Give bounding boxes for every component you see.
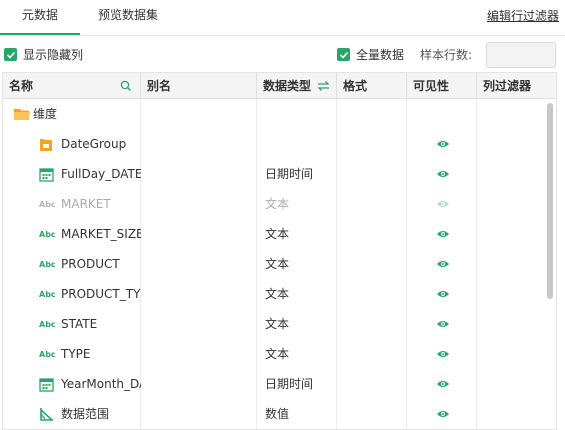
text-abc-icon-label: Abc: [39, 229, 56, 239]
text-abc-icon-label: Abc: [39, 319, 56, 329]
text-abc-icon-label: Abc: [39, 289, 56, 299]
text-abc-icon-label: Abc: [39, 199, 56, 209]
row-name: DateGroup: [61, 137, 127, 151]
column-header-visibility[interactable]: 可见性: [407, 73, 477, 99]
tab-bar: 元数据 预览数据集 编辑行过滤器: [0, 0, 565, 36]
column-header-name-label: 名称: [9, 79, 34, 93]
sample-rows-label: 样本行数:: [420, 48, 473, 62]
text-abc-icon: Abc: [39, 189, 56, 219]
metadata-table: 名称 别名 数据类型 格式 可见性 列过滤器 维度 DateGroup Full…: [2, 72, 557, 430]
column-header-name[interactable]: 名称: [3, 73, 141, 99]
measure-icon: [39, 399, 54, 429]
column-header-format[interactable]: 格式: [337, 73, 407, 99]
row-name: PRODUCT: [61, 257, 120, 271]
column-header-column-filter[interactable]: 列过滤器: [477, 73, 556, 99]
text-abc-icon-label: Abc: [39, 349, 56, 359]
options-bar: 显示隐藏列 全量数据 样本行数:: [0, 40, 565, 70]
row-name: TYPE: [61, 347, 91, 361]
sample-rows-input[interactable]: [486, 42, 556, 68]
row-data-type: 文本: [265, 317, 290, 331]
column-header-data-type-label: 数据类型: [263, 79, 312, 93]
visible-eye-icon[interactable]: [436, 379, 450, 389]
table-row[interactable]: Abc MARKET_SIZE 文本: [3, 219, 541, 249]
show-hidden-checkbox[interactable]: [4, 48, 17, 61]
vertical-scrollbar[interactable]: [547, 103, 553, 299]
full-data-label: 全量数据: [356, 48, 405, 62]
text-abc-icon: Abc: [39, 339, 56, 369]
full-data-checkbox[interactable]: [337, 48, 350, 61]
calendar-icon: [39, 159, 54, 189]
row-name: 维度: [33, 107, 58, 121]
row-data-type: 文本: [265, 227, 290, 241]
convert-icon[interactable]: [317, 80, 330, 92]
visible-eye-icon[interactable]: [436, 289, 450, 299]
hidden-eye-icon[interactable]: [436, 199, 450, 209]
date-group-icon: [39, 129, 53, 159]
check-icon: [339, 51, 348, 59]
row-name: MARKET_SIZE: [61, 227, 141, 241]
visible-eye-icon[interactable]: [436, 319, 450, 329]
visible-eye-icon[interactable]: [436, 409, 450, 419]
text-abc-icon: Abc: [39, 219, 56, 249]
row-data-type: 数值: [265, 407, 290, 421]
row-data-type: 日期时间: [265, 377, 314, 391]
tab-preview-dataset[interactable]: 预览数据集: [98, 0, 158, 36]
table-row-hidden[interactable]: Abc MARKET 文本: [3, 189, 541, 219]
row-name: 数据范围: [61, 407, 110, 421]
visible-eye-icon[interactable]: [436, 349, 450, 359]
visible-eye-icon[interactable]: [436, 259, 450, 269]
row-name: FullDay_DATE: [61, 167, 141, 181]
row-name: YearMonth_DATE: [61, 377, 141, 391]
row-data-type: 文本: [265, 197, 290, 211]
row-name: MARKET: [61, 197, 111, 211]
visible-eye-icon[interactable]: [436, 169, 450, 179]
table-row[interactable]: FullDay_DATE 日期时间: [3, 159, 541, 189]
row-data-type: 文本: [265, 287, 290, 301]
table-row[interactable]: YearMonth_DATE 日期时间: [3, 369, 541, 399]
text-abc-icon-label: Abc: [39, 259, 56, 269]
folder-icon: [13, 99, 31, 129]
column-header-data-type[interactable]: 数据类型: [257, 73, 337, 99]
calendar-icon: [39, 369, 54, 399]
show-hidden-label: 显示隐藏列: [23, 48, 84, 62]
row-data-type: 文本: [265, 347, 290, 361]
text-abc-icon: Abc: [39, 309, 56, 339]
search-icon[interactable]: [120, 80, 132, 92]
table-row[interactable]: Abc PRODUCT_TYPE 文本: [3, 279, 541, 309]
visible-eye-icon[interactable]: [436, 229, 450, 239]
row-data-type: 日期时间: [265, 167, 314, 181]
table-row[interactable]: DateGroup: [3, 129, 541, 159]
row-name: STATE: [61, 317, 98, 331]
table-row[interactable]: 数据范围 数值: [3, 399, 541, 429]
text-abc-icon: Abc: [39, 279, 56, 309]
visible-eye-icon[interactable]: [436, 139, 450, 149]
table-row[interactable]: Abc TYPE 文本: [3, 339, 541, 369]
row-data-type: 文本: [265, 257, 290, 271]
text-abc-icon: Abc: [39, 249, 56, 279]
tab-metadata[interactable]: 元数据: [22, 0, 58, 36]
row-name: PRODUCT_TYPE: [61, 287, 141, 301]
edit-row-filter-link[interactable]: 编辑行过滤器: [487, 7, 559, 24]
table-row-dimension-folder[interactable]: 维度: [3, 99, 541, 129]
table-row[interactable]: Abc PRODUCT 文本: [3, 249, 541, 279]
active-tab-indicator: [0, 33, 80, 35]
table-row[interactable]: Abc STATE 文本: [3, 309, 541, 339]
column-header-alias[interactable]: 别名: [141, 73, 257, 99]
check-icon: [6, 51, 15, 59]
table-header: 名称 别名 数据类型 格式 可见性 列过滤器: [3, 73, 556, 99]
